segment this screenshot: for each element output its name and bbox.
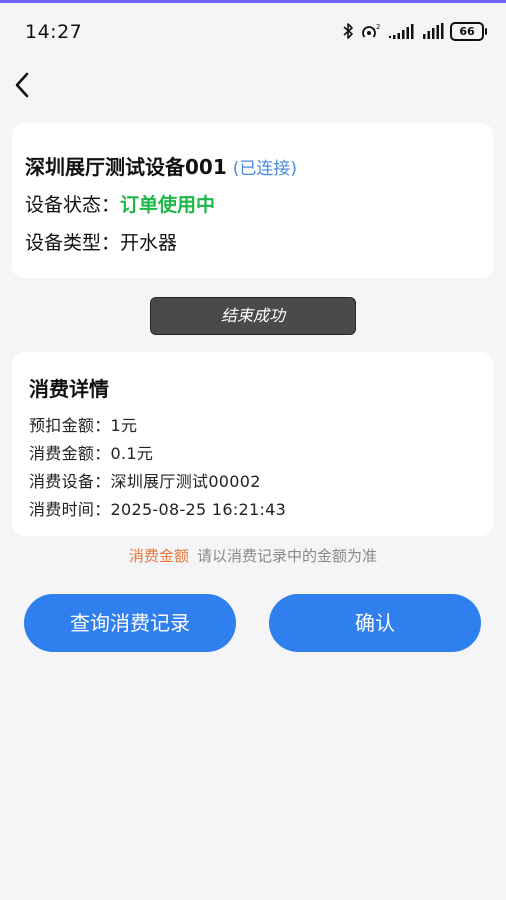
detail-label: 消费金额：: [29, 444, 111, 463]
notice-highlight: 消费金额: [128, 547, 189, 565]
device-status-value: 订单使用中: [120, 194, 216, 216]
back-button[interactable]: [8, 68, 38, 102]
device-name: 深圳展厅测试设备001: [25, 155, 227, 179]
status-bar: 14:27 2 66: [0, 3, 506, 55]
consumption-detail-card: 消费详情 预扣金额：1元 消费金额：0.1元 消费设备：深圳展厅测试00002 …: [12, 352, 493, 536]
detail-row-prepaid: 预扣金额：1元: [29, 412, 137, 436]
detail-value: 2025-08-25 16:21:43: [110, 500, 287, 519]
detail-label: 消费时间：: [29, 500, 111, 519]
amount-notice: 消费金额 请以消费记录中的金额为准: [0, 545, 506, 566]
connection-status: (已连接): [232, 159, 298, 179]
device-type-value: 开水器: [120, 232, 178, 254]
bluetooth-icon: [342, 22, 354, 40]
hotspot-icon: 2: [360, 22, 382, 40]
status-time: 14:27: [25, 21, 83, 43]
detail-title: 消费详情: [29, 377, 109, 401]
signal-icon: [422, 23, 444, 39]
device-name-line: 深圳展厅测试设备001 (已连接): [25, 151, 297, 180]
device-info-card: 深圳展厅测试设备001 (已连接) 设备状态：订单使用中 设备类型：开水器: [12, 123, 493, 278]
device-status-label: 设备状态：: [25, 194, 121, 216]
detail-value: 1元: [110, 416, 138, 435]
toast-message: 结束成功: [150, 297, 356, 335]
device-type-label: 设备类型：: [25, 232, 121, 254]
battery-icon: 66: [450, 21, 487, 41]
detail-row-amount: 消费金额：0.1元: [29, 440, 153, 464]
notice-text: 请以消费记录中的金额为准: [197, 547, 378, 565]
detail-value: 深圳展厅测试00002: [110, 472, 261, 491]
confirm-button[interactable]: 确认: [269, 594, 481, 652]
detail-row-time: 消费时间：2025-08-25 16:21:43: [29, 496, 286, 520]
status-icons: 2 66: [342, 20, 487, 42]
query-records-button[interactable]: 查询消费记录: [24, 594, 236, 652]
signal-icon: [388, 23, 416, 39]
device-type-row: 设备类型：开水器: [25, 228, 177, 255]
svg-text:2: 2: [376, 23, 380, 31]
detail-label: 消费设备：: [29, 472, 111, 491]
detail-label: 预扣金额：: [29, 416, 111, 435]
detail-value: 0.1元: [110, 444, 154, 463]
device-status-row: 设备状态：订单使用中: [25, 190, 215, 217]
detail-row-device: 消费设备：深圳展厅测试00002: [29, 468, 261, 492]
chevron-left-icon: [15, 72, 29, 98]
